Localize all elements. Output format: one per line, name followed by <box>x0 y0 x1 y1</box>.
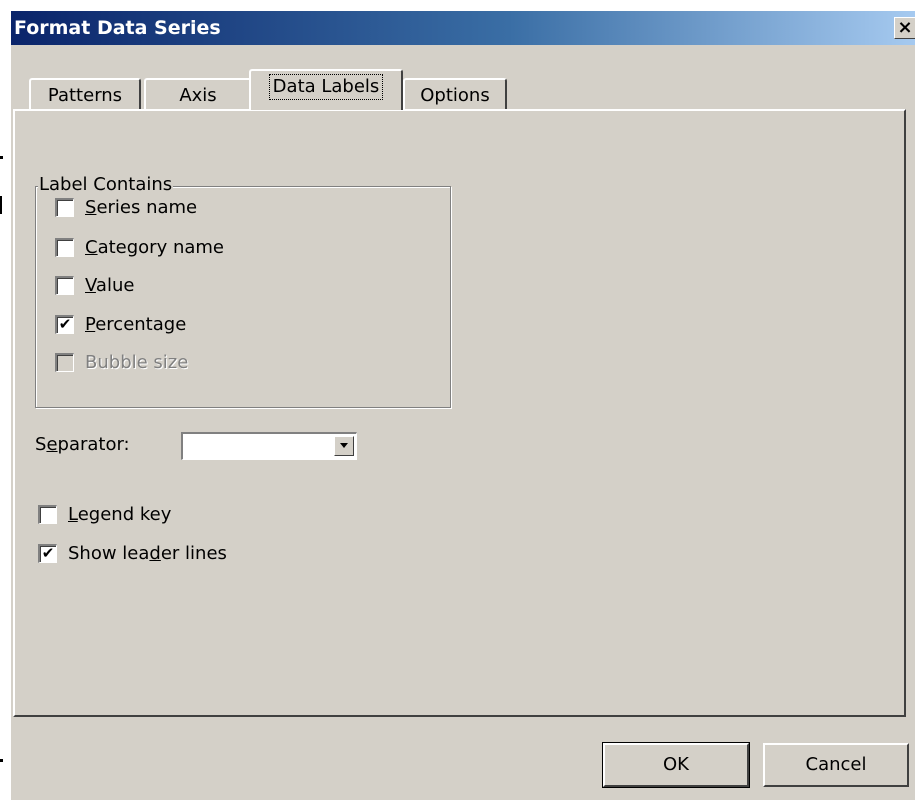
ok-label: OK <box>663 754 689 775</box>
label-pre: S <box>35 434 47 455</box>
label-rest: ercentage <box>95 314 187 335</box>
mnemonic: C <box>85 237 98 258</box>
separator-label: Separator: <box>35 434 130 455</box>
bubble-size-checkbox <box>55 353 74 372</box>
legend-key-label: Legend key <box>68 503 171 527</box>
label-post: parator: <box>57 434 130 455</box>
percentage-checkbox[interactable]: ✔ <box>55 315 74 334</box>
format-data-series-dialog: Format Data Series × Patterns Axis Data … <box>10 10 915 800</box>
chevron-down-icon <box>340 443 348 448</box>
label-pre: Show lea <box>68 543 150 564</box>
close-icon: × <box>897 17 913 38</box>
tab-label: Patterns <box>47 85 123 106</box>
tab-data-labels[interactable]: Data Labels <box>249 69 403 110</box>
tab-options[interactable]: Options <box>403 78 507 112</box>
value-label: Value <box>85 274 134 298</box>
title-bar[interactable]: Format Data Series × <box>11 11 915 45</box>
leader-lines-checkbox[interactable]: ✔ <box>38 544 57 563</box>
mnemonic: e <box>46 434 58 455</box>
mnemonic: B <box>85 352 98 373</box>
tab-label: Axis <box>179 85 217 106</box>
mnemonic: L <box>68 504 78 525</box>
label-rest: eries name <box>96 197 198 218</box>
label-rest: ategory name <box>97 237 224 258</box>
tab-patterns[interactable]: Patterns <box>29 78 141 112</box>
mnemonic: d <box>149 543 161 564</box>
leader-lines-label: Show leader lines <box>68 542 227 566</box>
cancel-label: Cancel <box>805 754 867 775</box>
tab-label: Data Labels <box>268 74 384 100</box>
edge-mark <box>0 196 2 214</box>
mnemonic: P <box>85 314 96 335</box>
edge-mark <box>0 759 3 762</box>
bubble-size-label: Bubble size <box>85 351 188 375</box>
dialog-title: Format Data Series <box>14 17 221 39</box>
label-rest: ubble size <box>97 352 189 373</box>
label-contains-legend: Label Contains <box>38 174 174 195</box>
separator-dropdown[interactable] <box>181 432 357 460</box>
separator-dropdown-button[interactable] <box>334 436 354 456</box>
series-name-checkbox[interactable] <box>55 198 74 217</box>
category-name-label: Category name <box>85 236 224 260</box>
tab-label: Options <box>420 85 490 106</box>
label-post: er lines <box>160 543 227 564</box>
edge-mark <box>0 156 3 159</box>
category-name-checkbox[interactable] <box>55 238 74 257</box>
label-rest: alue <box>95 275 135 296</box>
percentage-label: Percentage <box>85 313 186 337</box>
close-button[interactable]: × <box>894 17 915 39</box>
label-rest: egend key <box>77 504 172 525</box>
tab-axis[interactable]: Axis <box>144 78 252 112</box>
value-checkbox[interactable] <box>55 276 74 295</box>
series-name-label: Series name <box>85 196 197 220</box>
ok-button[interactable]: OK <box>602 742 750 788</box>
mnemonic: S <box>85 197 97 218</box>
legend-key-checkbox[interactable] <box>38 505 57 524</box>
mnemonic: V <box>85 275 96 296</box>
cancel-button[interactable]: Cancel <box>763 743 909 787</box>
